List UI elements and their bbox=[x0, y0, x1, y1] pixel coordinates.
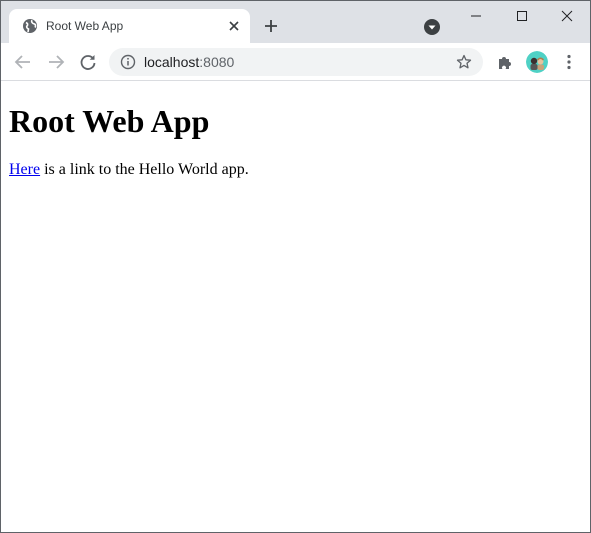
page-content: Root Web App Here is a link to the Hello… bbox=[1, 81, 590, 532]
paragraph-text: is a link to the Hello World app. bbox=[40, 161, 249, 178]
more-menu-icon[interactable] bbox=[558, 51, 580, 73]
url-host: localhost bbox=[144, 54, 200, 70]
tab-strip: Root Web App bbox=[1, 1, 590, 43]
bookmark-star-icon[interactable] bbox=[456, 54, 472, 70]
url-text[interactable]: localhost:8080 bbox=[144, 54, 234, 70]
minimize-icon bbox=[471, 15, 481, 17]
url-port: :8080 bbox=[199, 54, 235, 70]
site-info-icon[interactable] bbox=[120, 54, 136, 70]
browser-toolbar: localhost:8080 bbox=[1, 43, 590, 80]
browser-tab[interactable]: Root Web App bbox=[9, 9, 250, 43]
profile-avatar[interactable] bbox=[526, 51, 548, 73]
tab-title: Root Web App bbox=[46, 19, 124, 33]
browser-window: Root Web App localhost:8080 Root Web App… bbox=[0, 0, 591, 533]
maximize-icon bbox=[517, 11, 527, 21]
maximize-button[interactable] bbox=[499, 1, 545, 31]
hello-world-link[interactable]: Here bbox=[9, 161, 40, 178]
page-heading: Root Web App bbox=[9, 103, 210, 139]
tab-search-chevron-icon[interactable] bbox=[423, 18, 441, 36]
tab-close-icon[interactable] bbox=[227, 19, 241, 33]
close-window-button[interactable] bbox=[544, 1, 590, 31]
close-icon bbox=[561, 10, 573, 22]
back-arrow-icon[interactable] bbox=[12, 51, 34, 73]
minimize-button[interactable] bbox=[453, 1, 499, 31]
page-paragraph: Here is a link to the Hello World app. bbox=[9, 161, 249, 179]
reload-icon[interactable] bbox=[77, 51, 99, 73]
address-bar[interactable]: localhost:8080 bbox=[109, 48, 483, 76]
new-tab-plus-icon[interactable] bbox=[261, 16, 281, 36]
extensions-puzzle-icon[interactable] bbox=[494, 51, 516, 73]
forward-arrow-icon[interactable] bbox=[45, 51, 67, 73]
globe-icon bbox=[22, 18, 38, 34]
